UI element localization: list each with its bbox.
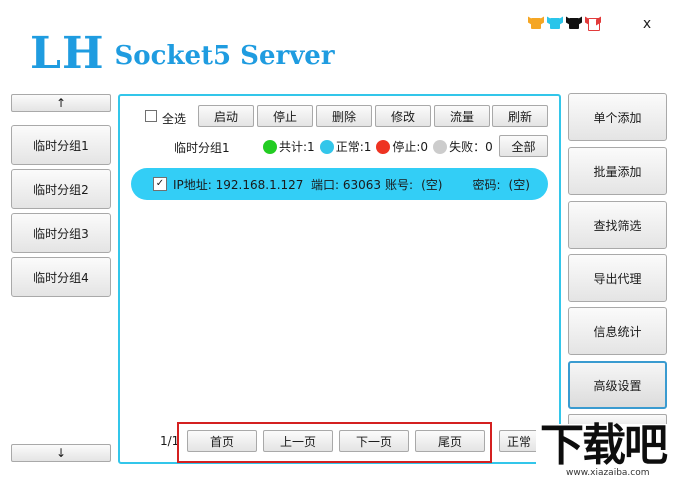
search-filter-button[interactable]: 查找筛选 bbox=[568, 201, 667, 249]
app-title: LH Socket5 Server bbox=[30, 28, 335, 79]
row-password-label: 密码: bbox=[472, 177, 501, 192]
total-count: 共计:1 bbox=[279, 140, 315, 154]
show-all-button[interactable]: 全部 bbox=[499, 135, 548, 157]
advanced-settings-button[interactable]: 高级设置 bbox=[568, 361, 667, 409]
shirt-orange-icon[interactable] bbox=[528, 16, 544, 30]
group-button-3[interactable]: 临时分组3 bbox=[11, 213, 111, 253]
scroll-down-button[interactable]: ↓ bbox=[11, 444, 111, 462]
app-title-sub: Socket5 Server bbox=[114, 41, 335, 71]
status-filter-button[interactable]: 正常 bbox=[499, 430, 539, 452]
traffic-button[interactable]: 流量 bbox=[434, 105, 490, 127]
add-batch-button[interactable]: 批量添加 bbox=[568, 147, 667, 195]
total-dot-icon bbox=[263, 139, 277, 154]
watermark-url: www.xiazaiba.com bbox=[566, 468, 650, 478]
close-button[interactable]: x bbox=[639, 16, 655, 32]
scroll-up-button[interactable]: ↑ bbox=[11, 94, 111, 112]
proxy-row[interactable]: ✓ IP地址: 192.168.1.127 端口: 63063 账号: (空) … bbox=[131, 168, 548, 200]
select-all-label: 全选 bbox=[162, 112, 187, 126]
group-name: 临时分组1 bbox=[174, 141, 230, 155]
prev-page-button[interactable]: 上一页 bbox=[263, 430, 333, 452]
row-account-label: 账号: bbox=[385, 177, 414, 192]
failed-dot-icon bbox=[433, 139, 448, 154]
edit-button[interactable]: 修改 bbox=[375, 105, 431, 127]
start-button[interactable]: 启动 bbox=[198, 105, 254, 127]
row-port: 端口: 63063 bbox=[311, 177, 382, 192]
shirt-white-red-icon[interactable] bbox=[585, 16, 601, 31]
row-account-value: (空) bbox=[421, 177, 443, 192]
normal-count: 正常:1 bbox=[335, 140, 372, 154]
status-legend: 共计:1 正常:1 停止:0 失败：0 bbox=[263, 138, 498, 155]
add-single-button[interactable]: 单个添加 bbox=[568, 93, 667, 141]
statistics-button[interactable]: 信息统计 bbox=[568, 307, 667, 355]
select-all-checkbox[interactable] bbox=[145, 110, 157, 122]
skin-selector bbox=[528, 16, 601, 31]
stopped-count: 停止:0 bbox=[392, 140, 429, 154]
watermark-logo: 下载吧 www.xiazaiba.com bbox=[536, 420, 671, 480]
first-page-button[interactable]: 首页 bbox=[187, 430, 257, 452]
app-title-main: LH bbox=[30, 28, 105, 79]
stop-button[interactable]: 停止 bbox=[257, 105, 313, 127]
normal-dot-icon bbox=[319, 139, 334, 154]
export-proxy-button[interactable]: 导出代理 bbox=[568, 254, 667, 302]
group-button-2[interactable]: 临时分组2 bbox=[11, 169, 111, 209]
shirt-black-icon[interactable] bbox=[566, 16, 582, 30]
delete-button[interactable]: 删除 bbox=[316, 105, 372, 127]
refresh-button[interactable]: 刷新 bbox=[492, 105, 548, 127]
stopped-dot-icon bbox=[376, 139, 391, 154]
group-button-4[interactable]: 临时分组4 bbox=[11, 257, 111, 297]
group-button-1[interactable]: 临时分组1 bbox=[11, 125, 111, 165]
next-page-button[interactable]: 下一页 bbox=[339, 430, 409, 452]
row-password-value: (空) bbox=[508, 177, 530, 192]
watermark-text: 下载吧 bbox=[540, 420, 668, 471]
row-ip: IP地址: 192.168.1.127 bbox=[173, 177, 304, 192]
last-page-button[interactable]: 尾页 bbox=[415, 430, 485, 452]
failed-count: 失败：0 bbox=[449, 140, 493, 154]
row-checkbox[interactable]: ✓ bbox=[153, 177, 167, 191]
shirt-cyan-icon[interactable] bbox=[547, 16, 563, 30]
